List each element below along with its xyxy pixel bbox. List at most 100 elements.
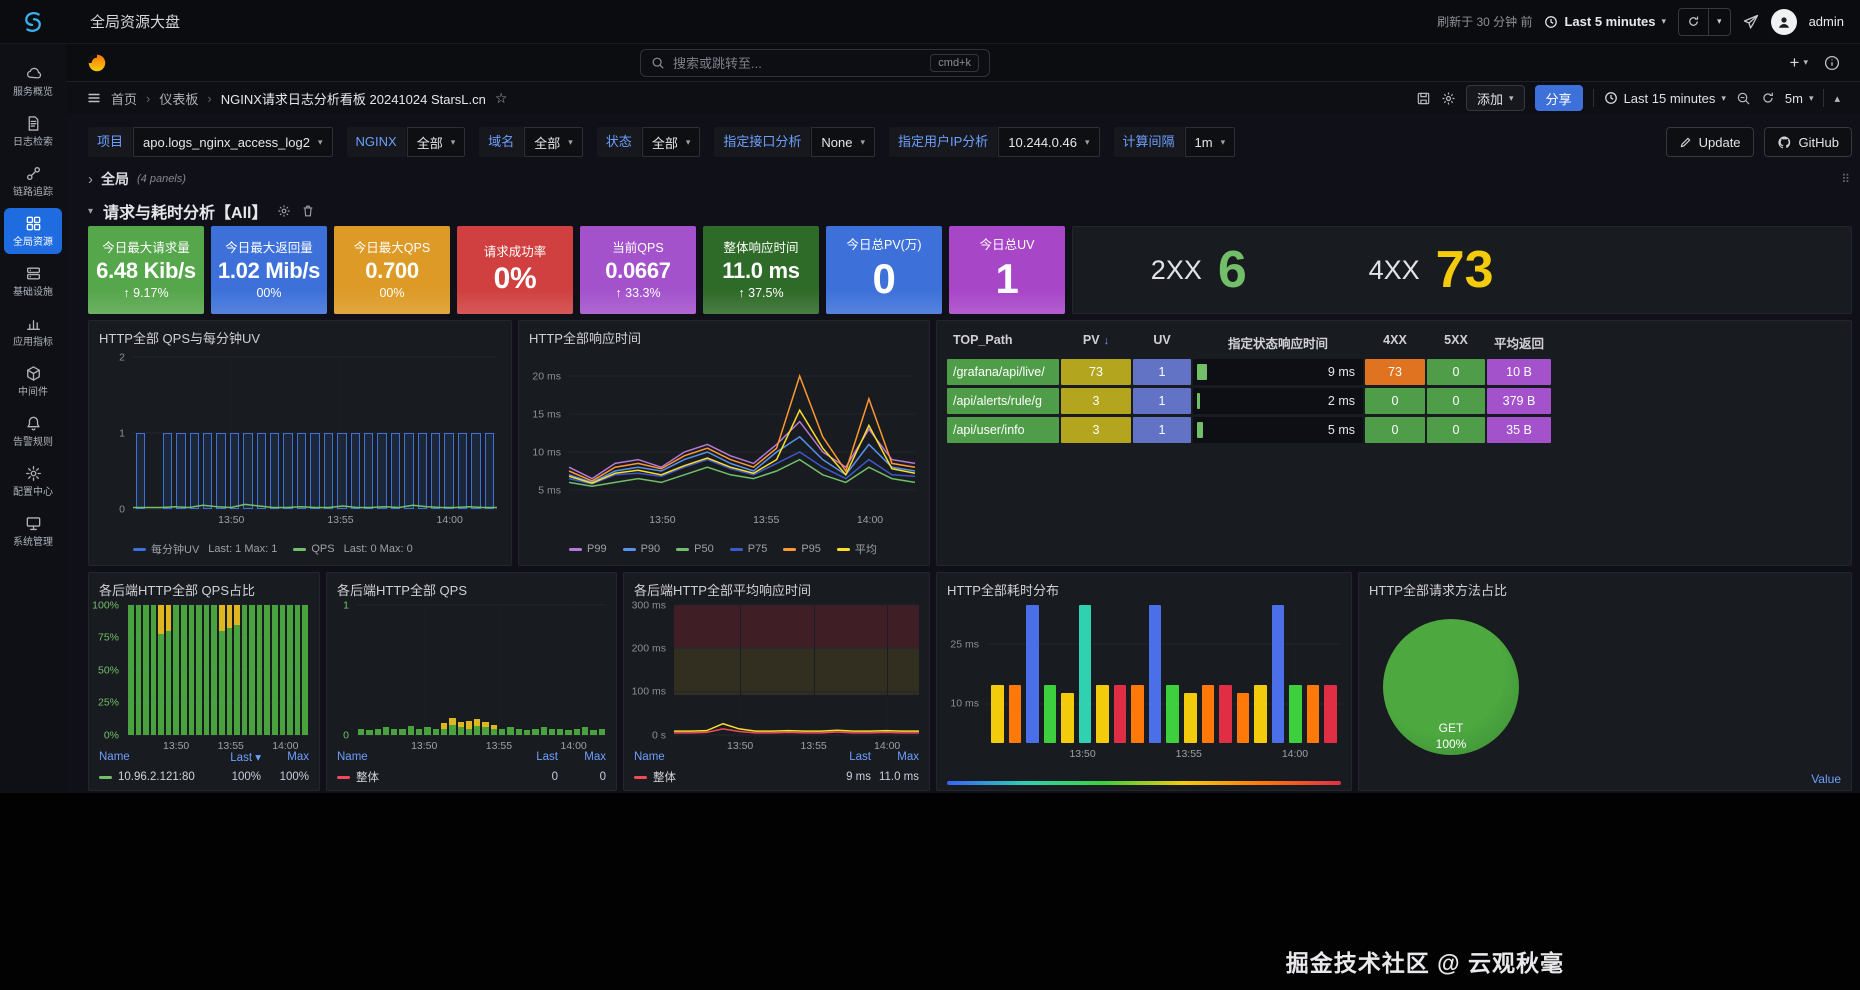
search-box[interactable]: cmd+k	[640, 49, 990, 77]
panel-title[interactable]: HTTP全部耗时分布	[937, 573, 1351, 599]
global-refresh-button[interactable]	[1678, 7, 1710, 36]
collapse-topbar-icon[interactable]: ▴	[1834, 92, 1840, 105]
legend-col-header[interactable]: Last ▾	[209, 750, 261, 764]
refresh-interval-picker[interactable]: 5m ▾	[1785, 91, 1814, 106]
sidebar-item-system-admin[interactable]: 系统管理	[4, 508, 62, 554]
column-header[interactable]: UV	[1133, 329, 1191, 356]
row-title[interactable]: 请求与耗时分析【All】	[103, 199, 267, 223]
sidebar-item-log-search[interactable]: 日志检索	[4, 108, 62, 154]
heatmap-cell	[1008, 685, 1022, 743]
column-header[interactable]: 4XX	[1365, 329, 1425, 356]
column-header[interactable]: 5XX	[1427, 329, 1485, 356]
time-range-picker[interactable]: Last 15 minutes ▾	[1604, 91, 1726, 106]
refresh-icon[interactable]	[1761, 91, 1775, 105]
legend-col-header[interactable]: Last	[506, 751, 558, 763]
cell-path[interactable]: /api/alerts/rule/g	[947, 388, 1059, 414]
legend-item[interactable]: QPS Last: 0 Max: 0	[293, 543, 413, 555]
row-expand-icon[interactable]: ›	[88, 171, 93, 188]
filter-select[interactable]: apo.logs_nginx_access_log2 ▾	[133, 127, 333, 157]
legend-col-header[interactable]: Max	[871, 751, 919, 763]
chevron-down-icon: ▾	[1808, 92, 1814, 103]
qps-segment-green	[548, 728, 556, 735]
dashboard-settings-icon[interactable]	[1441, 91, 1456, 106]
panel-title[interactable]: HTTP全部响应时间	[519, 321, 929, 347]
favorite-star-icon[interactable]: ☆	[495, 90, 508, 107]
column-header[interactable]: 平均返回	[1487, 329, 1551, 356]
send-icon[interactable]	[1743, 14, 1759, 30]
heatmap-cell	[1061, 693, 1074, 743]
sidebar-item-alert-rules[interactable]: 告警规则	[4, 408, 62, 454]
save-dashboard-icon[interactable]	[1416, 91, 1431, 106]
legend-item[interactable]: P75	[729, 543, 767, 555]
help-icon[interactable]	[1824, 55, 1840, 71]
add-panel-button[interactable]: 添加 ▾	[1466, 85, 1525, 111]
cell-path[interactable]: /api/user/info	[947, 417, 1059, 443]
app-logo[interactable]	[0, 7, 66, 37]
search-input[interactable]	[673, 55, 923, 71]
legend-col-header[interactable]: Max	[558, 751, 606, 763]
drag-handle-icon[interactable]: ⠿	[1841, 172, 1850, 186]
cell-path[interactable]: /grafana/api/live/	[947, 359, 1059, 385]
shortcut-badge: cmd+k	[930, 54, 979, 72]
column-header[interactable]: PV ↓	[1061, 329, 1131, 356]
zoom-out-icon[interactable]	[1736, 91, 1751, 106]
legend-col-header[interactable]: Name	[337, 751, 506, 763]
row-delete-icon[interactable]	[301, 204, 315, 218]
column-header[interactable]: 指定状态响应时间	[1193, 329, 1363, 356]
legend-item[interactable]: 每分钟UV Last: 1 Max: 1	[133, 541, 277, 557]
add-new-dropdown[interactable]: + ▾	[1790, 54, 1808, 71]
global-time-range-picker[interactable]: Last 5 minutes ▾	[1544, 14, 1666, 29]
legend-item[interactable]: P95	[783, 543, 821, 555]
panel-title[interactable]: 各后端HTTP全部平均响应时间	[624, 573, 929, 599]
sidebar-item-config-center[interactable]: 配置中心	[4, 458, 62, 504]
pie-chart[interactable]: GET 100%	[1383, 619, 1519, 755]
sidebar-item-infrastructure[interactable]: 基础设施	[4, 258, 62, 304]
legend-col-header[interactable]: Name	[634, 751, 819, 763]
filter-select[interactable]: 1m ▾	[1184, 127, 1236, 157]
sidebar-item-global-resource[interactable]: 全局资源	[4, 208, 62, 254]
row-title[interactable]: 全局	[101, 169, 129, 189]
legend-col-header[interactable]: Last	[819, 751, 871, 763]
sidebar-item-service-overview[interactable]: 服务概览	[4, 58, 62, 104]
legend-item[interactable]: P90	[622, 543, 660, 555]
panel-title[interactable]: HTTP全部 QPS与每分钟UV	[89, 321, 511, 347]
share-button[interactable]: 分享	[1534, 85, 1583, 111]
sidebar-item-trace[interactable]: 链路追踪	[4, 158, 62, 204]
panel-title[interactable]: HTTP全部请求方法占比	[1359, 573, 1851, 599]
legend-col-header[interactable]: Name	[99, 751, 209, 763]
legend-item[interactable]: 平均	[836, 541, 877, 557]
filter-select[interactable]: 10.244.0.46 ▾	[998, 127, 1100, 157]
row-settings-icon[interactable]	[277, 204, 291, 218]
breadcrumb-home[interactable]: 首页	[111, 89, 137, 108]
filter-label: 指定用户IP分析	[888, 127, 998, 157]
legend-item[interactable]: P99	[569, 543, 607, 555]
filter-select[interactable]: 全部 ▾	[524, 127, 583, 157]
ratio-segment-yellow	[226, 605, 233, 629]
avatar[interactable]	[1770, 8, 1797, 35]
github-button[interactable]: GitHub	[1763, 127, 1852, 157]
legend-item[interactable]: P50	[676, 543, 714, 555]
github-icon	[1777, 135, 1792, 150]
y-tick: 10 ms	[532, 445, 561, 458]
x-tick: 14:00	[436, 514, 463, 526]
panel-title[interactable]: 各后端HTTP全部 QPS占比	[89, 573, 319, 599]
breadcrumb-dashboard-title[interactable]: NGINX请求日志分析看板 20241024 StarsL.cn	[221, 89, 486, 108]
legend-name[interactable]: 整体	[634, 769, 819, 785]
sidebar-item-middleware[interactable]: 中间件	[4, 358, 62, 404]
pie-legend-header[interactable]: Value	[1811, 772, 1841, 786]
panel-title[interactable]: 各后端HTTP全部 QPS	[327, 573, 616, 599]
legend-name[interactable]: 整体	[337, 769, 506, 785]
refresh-interval-dropdown[interactable]: ▾	[1709, 7, 1731, 36]
breadcrumb-dashboards[interactable]: 仪表板	[159, 89, 198, 108]
filter-select[interactable]: 全部 ▾	[406, 127, 466, 157]
column-header[interactable]: TOP_Path	[947, 329, 1059, 356]
filter-select[interactable]: None ▾	[811, 127, 875, 157]
row-collapse-icon[interactable]: ▾	[88, 206, 93, 217]
sidebar-item-app-metrics[interactable]: 应用指标	[4, 308, 62, 354]
menu-icon[interactable]	[86, 90, 102, 106]
legend-name[interactable]: 10.96.2.121:80	[99, 771, 209, 783]
grafana-logo[interactable]	[86, 52, 108, 74]
legend-col-header[interactable]: Max	[261, 751, 309, 763]
update-button[interactable]: Update	[1665, 127, 1754, 157]
filter-select[interactable]: 全部 ▾	[641, 127, 701, 157]
